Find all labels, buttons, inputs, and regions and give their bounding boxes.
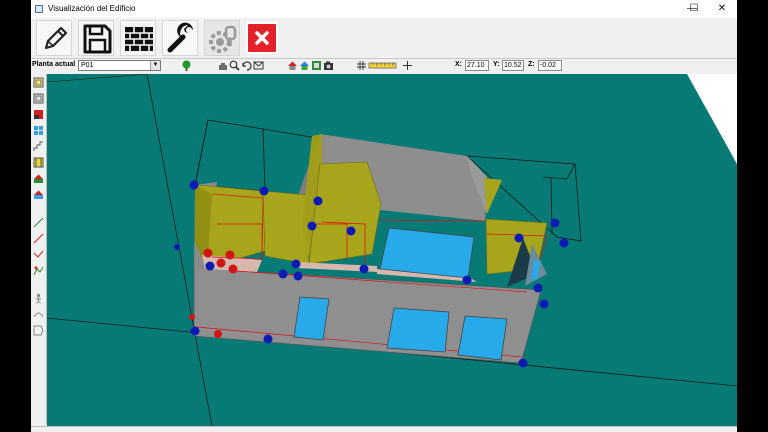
window-icon[interactable] [33, 125, 44, 136]
roof-green-icon[interactable] [33, 173, 44, 184]
z-label: Z: [528, 61, 535, 68]
z-coordinate-field[interactable]: -0.02 [538, 60, 562, 71]
house-icon[interactable] [287, 60, 298, 71]
zoom-icon[interactable] [229, 60, 240, 71]
floppy-disk-icon [83, 24, 112, 54]
ruler-icon[interactable] [368, 60, 398, 71]
camera-icon[interactable] [323, 60, 334, 71]
save-button[interactable] [78, 20, 114, 56]
close-button[interactable] [246, 22, 278, 54]
gear-key-icon [209, 25, 237, 53]
line-red-icon[interactable] [33, 233, 44, 244]
wrench-icon [167, 22, 193, 53]
crosshair-icon[interactable] [402, 60, 413, 71]
window-front-2 [386, 307, 450, 353]
close-window-button[interactable]: ✕ [707, 0, 737, 18]
floor-plan-icon[interactable] [33, 77, 44, 88]
arrow-icon[interactable] [33, 325, 44, 336]
brick-wall-icon [125, 27, 153, 51]
stairs-icon[interactable] [33, 141, 44, 152]
side-toolbar [31, 74, 47, 424]
status-bar [31, 426, 737, 432]
roof-panel-tall [308, 161, 382, 265]
floor-label: Planta actual [32, 61, 76, 68]
curve-icon[interactable] [33, 309, 44, 320]
walls-button[interactable] [120, 20, 156, 56]
line-green-icon[interactable] [33, 217, 44, 228]
tools-button[interactable] [162, 20, 198, 56]
close-x-icon [255, 31, 269, 45]
pan-hand-icon[interactable] [217, 60, 228, 71]
roof-panel-middle [262, 190, 310, 265]
window-front-1 [293, 296, 330, 341]
x-coordinate-field[interactable]: 27.10 [465, 60, 489, 71]
edit-button[interactable] [36, 20, 72, 56]
3d-viewport[interactable] [47, 74, 737, 426]
room-icon[interactable] [33, 93, 44, 104]
grid-icon[interactable] [356, 60, 367, 71]
app-window: Visualización del Edificio — ☐ ✕ Planta … [31, 0, 737, 432]
pencil-icon [44, 26, 68, 50]
view-icon[interactable] [253, 60, 264, 71]
terrain-icon[interactable] [33, 265, 44, 276]
main-toolbar [31, 18, 737, 59]
building-icon[interactable] [33, 189, 44, 200]
person-icon[interactable] [33, 293, 44, 304]
house-color-icon[interactable] [299, 60, 310, 71]
frame-icon[interactable] [33, 157, 44, 168]
polyline-icon[interactable] [33, 249, 44, 260]
wall-red-icon[interactable] [33, 109, 44, 120]
y-label: Y: [493, 61, 500, 68]
app-icon [35, 5, 43, 13]
chevron-down-icon: ▼ [150, 61, 160, 70]
tree-icon[interactable] [181, 60, 192, 71]
window-title: Visualización del Edificio [48, 4, 136, 13]
title-bar: Visualización del Edificio — [31, 0, 737, 18]
window-upper [379, 227, 475, 279]
render-icon[interactable] [311, 60, 322, 71]
floor-toolbar: Planta actual P01 ▼ X: 27.10 Y: 10.52 Z:… [31, 59, 737, 73]
window-front-3 [457, 315, 508, 361]
rotate-icon[interactable] [241, 60, 252, 71]
y-coordinate-field[interactable]: 10.52 [502, 60, 524, 71]
x-label: X: [455, 61, 462, 68]
floor-select-value: P01 [81, 62, 94, 69]
floor-select[interactable]: P01 ▼ [78, 60, 161, 71]
maximize-button[interactable]: ☐ [679, 0, 709, 18]
settings-button[interactable] [204, 20, 240, 56]
